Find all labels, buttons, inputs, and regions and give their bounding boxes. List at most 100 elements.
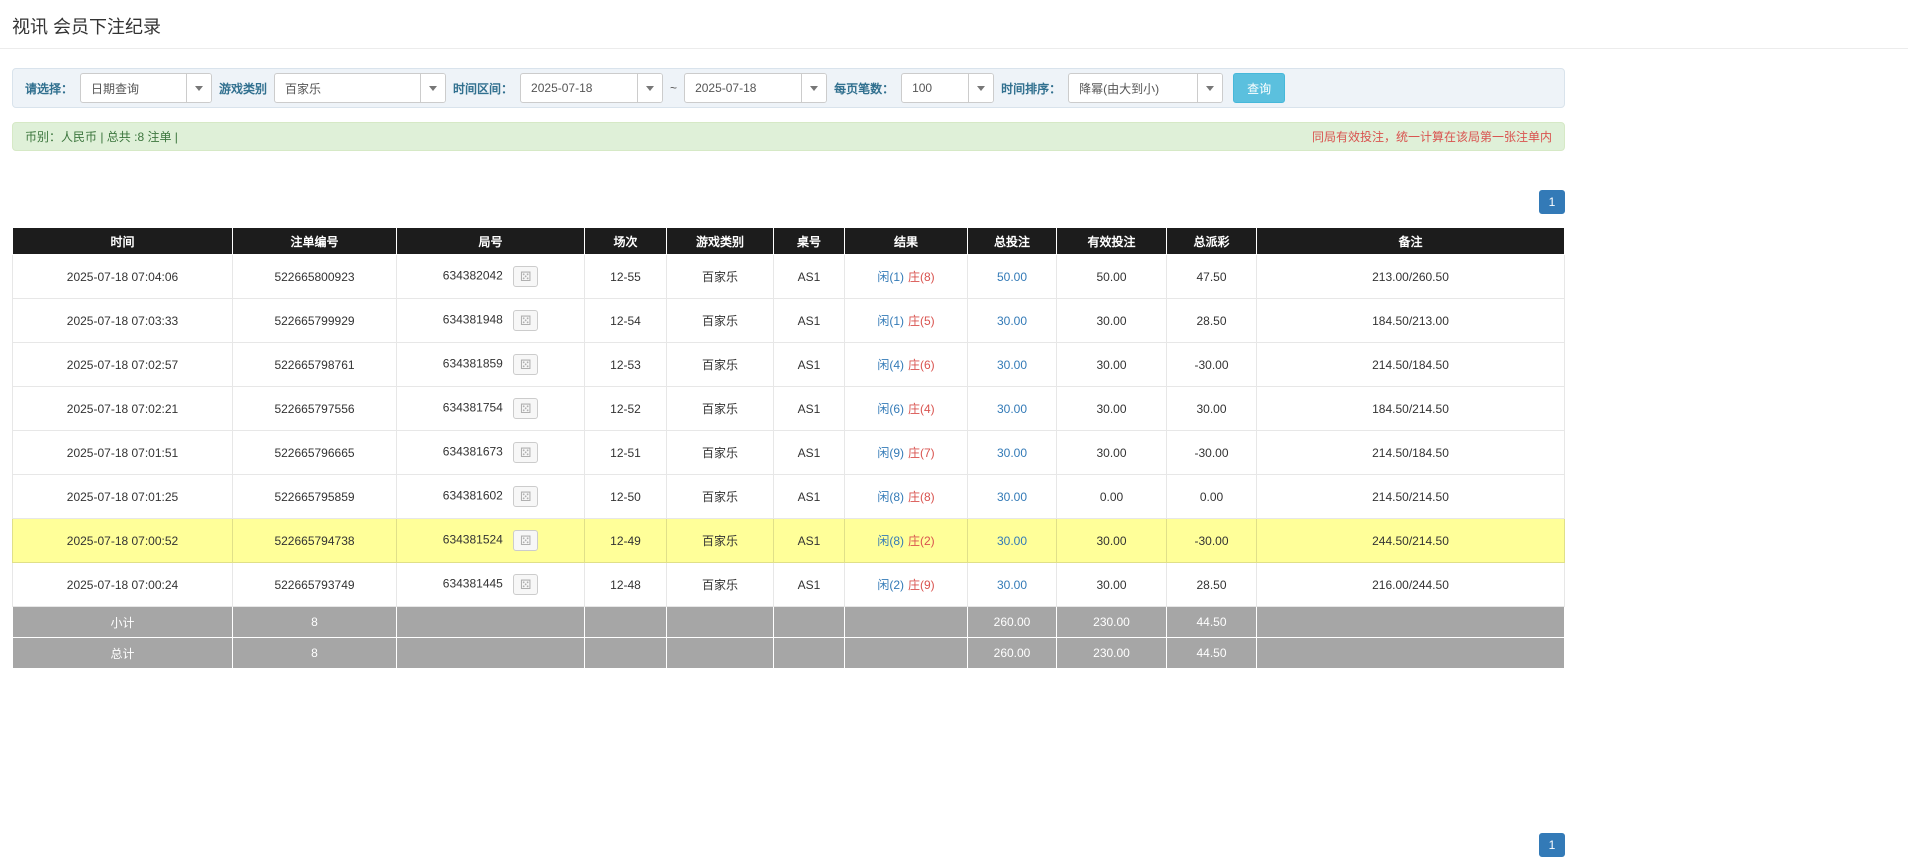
cell-round-id: 634381948 ⚄ <box>397 299 585 343</box>
currency-total-text: 币别：人民币 | 总共 :8 注单 | <box>25 128 178 145</box>
cell-total-bet: 30.00 <box>968 387 1057 431</box>
cell-time: 2025-07-18 07:03:33 <box>13 299 233 343</box>
result-banker: 庄(9) <box>908 578 935 592</box>
cell-valid-bet: 0.00 <box>1057 475 1167 519</box>
result-banker: 庄(8) <box>908 490 935 504</box>
cell-note: 184.50/214.50 <box>1257 387 1565 431</box>
cell-game-type: 百家乐 <box>667 255 774 299</box>
cell-table-no: AS1 <box>774 431 845 475</box>
total-bet-link[interactable]: 30.00 <box>997 578 1027 592</box>
video-replay-icon[interactable]: ⚄ <box>513 310 538 331</box>
total-bet-link[interactable]: 30.00 <box>997 534 1027 548</box>
cell-time: 2025-07-18 07:01:51 <box>13 431 233 475</box>
cell-table-no: AS1 <box>774 299 845 343</box>
date-from-select[interactable]: 2025-07-18 <box>520 73 663 103</box>
cell-round-id: 634381859 ⚄ <box>397 343 585 387</box>
table-row: 2025-07-18 07:01:25 522665795859 6343816… <box>13 475 1565 519</box>
cell-round-id: 634382042 ⚄ <box>397 255 585 299</box>
result-player: 闲(1) <box>877 270 904 284</box>
game-type-label: 游戏类别 <box>219 80 267 97</box>
table-row: 2025-07-18 07:02:57 522665798761 6343818… <box>13 343 1565 387</box>
cell-result: 闲(8)庄(2) <box>845 519 968 563</box>
video-replay-icon[interactable]: ⚄ <box>513 398 538 419</box>
cell-game-type: 百家乐 <box>667 387 774 431</box>
video-replay-icon[interactable]: ⚄ <box>513 530 538 551</box>
cell-bet-id: 522665794738 <box>233 519 397 563</box>
summary-bar: 币别：人民币 | 总共 :8 注单 | 同局有效投注，统一计算在该局第一张注单内 <box>12 122 1565 151</box>
page-button-1-bottom[interactable]: 1 <box>1539 833 1565 857</box>
table-row: 2025-07-18 07:01:51 522665796665 6343816… <box>13 431 1565 475</box>
cell-game-type: 百家乐 <box>667 299 774 343</box>
page-button-1[interactable]: 1 <box>1539 190 1565 214</box>
date-to-select[interactable]: 2025-07-18 <box>684 73 827 103</box>
cell-payout: -30.00 <box>1167 431 1257 475</box>
cell-table-no: AS1 <box>774 387 845 431</box>
cell-session: 12-53 <box>585 343 667 387</box>
page-title: 视讯 会员下注纪录 <box>12 13 1896 39</box>
cell-note: 244.50/214.50 <box>1257 519 1565 563</box>
header-payout: 总派彩 <box>1167 228 1257 255</box>
game-type-select[interactable]: 百家乐 <box>274 73 446 103</box>
cell-bet-id: 522665797556 <box>233 387 397 431</box>
video-replay-icon[interactable]: ⚄ <box>513 266 538 287</box>
table-row: 2025-07-18 07:02:21 522665797556 6343817… <box>13 387 1565 431</box>
cell-valid-bet: 30.00 <box>1057 563 1167 607</box>
chevron-down-icon <box>420 74 445 102</box>
sort-order-select[interactable]: 降幂(由大到小) <box>1068 73 1223 103</box>
total-label: 总计 <box>13 638 233 669</box>
total-total-bet: 260.00 <box>968 638 1057 669</box>
total-bet-link[interactable]: 30.00 <box>997 490 1027 504</box>
cell-session: 12-52 <box>585 387 667 431</box>
video-replay-icon[interactable]: ⚄ <box>513 486 538 507</box>
total-bet-link[interactable]: 30.00 <box>997 446 1027 460</box>
total-bet-link[interactable]: 30.00 <box>997 358 1027 372</box>
cell-table-no: AS1 <box>774 255 845 299</box>
table-row: 2025-07-18 07:03:33 522665799929 6343819… <box>13 299 1565 343</box>
subtotal-valid-bet: 230.00 <box>1057 607 1167 638</box>
cell-valid-bet: 30.00 <box>1057 431 1167 475</box>
cell-time: 2025-07-18 07:00:52 <box>13 519 233 563</box>
total-bet-link[interactable]: 50.00 <box>997 270 1027 284</box>
cell-payout: 0.00 <box>1167 475 1257 519</box>
video-replay-icon[interactable]: ⚄ <box>513 354 538 375</box>
cell-bet-id: 522665800923 <box>233 255 397 299</box>
query-type-select[interactable]: 日期查询 <box>80 73 212 103</box>
video-replay-icon[interactable]: ⚄ <box>513 442 538 463</box>
cell-payout: 47.50 <box>1167 255 1257 299</box>
chevron-down-icon <box>637 74 662 102</box>
cell-round-id: 634381524 ⚄ <box>397 519 585 563</box>
filter-bar: 请选择： 日期查询 游戏类别 百家乐 时间区间： 2025-07-18 ~ 20… <box>12 68 1565 108</box>
search-button[interactable]: 查询 <box>1233 73 1285 103</box>
cell-payout: 30.00 <box>1167 387 1257 431</box>
round-id-text: 634381524 <box>443 533 503 547</box>
cell-session: 12-51 <box>585 431 667 475</box>
cell-note: 214.50/184.50 <box>1257 343 1565 387</box>
cell-total-bet: 30.00 <box>968 343 1057 387</box>
cell-note: 214.50/214.50 <box>1257 475 1565 519</box>
round-id-text: 634381948 <box>443 313 503 327</box>
round-id-text: 634381602 <box>443 489 503 503</box>
result-player: 闲(6) <box>877 402 904 416</box>
page-size-select[interactable]: 100 <box>901 73 994 103</box>
bet-records-table: 时间 注单编号 局号 场次 游戏类别 桌号 结果 总投注 有效投注 总派彩 备注… <box>12 227 1565 669</box>
page-size-label: 每页笔数： <box>834 80 894 97</box>
cell-total-bet: 30.00 <box>968 299 1057 343</box>
result-player: 闲(2) <box>877 578 904 592</box>
cell-time: 2025-07-18 07:04:06 <box>13 255 233 299</box>
result-banker: 庄(2) <box>908 534 935 548</box>
content-container: 请选择： 日期查询 游戏类别 百家乐 时间区间： 2025-07-18 ~ 20… <box>12 68 1565 669</box>
total-bet-link[interactable]: 30.00 <box>997 314 1027 328</box>
header-time: 时间 <box>13 228 233 255</box>
round-id-text: 634382042 <box>443 269 503 283</box>
round-id-text: 634381673 <box>443 445 503 459</box>
video-replay-icon[interactable]: ⚄ <box>513 574 538 595</box>
header-result: 结果 <box>845 228 968 255</box>
header-session: 场次 <box>585 228 667 255</box>
cell-bet-id: 522665799929 <box>233 299 397 343</box>
cell-payout: 28.50 <box>1167 299 1257 343</box>
total-bet-link[interactable]: 30.00 <box>997 402 1027 416</box>
cell-payout: -30.00 <box>1167 343 1257 387</box>
pagination-bottom: 1 <box>1539 833 1565 857</box>
cell-time: 2025-07-18 07:02:57 <box>13 343 233 387</box>
table-row: 2025-07-18 07:00:52 522665794738 6343815… <box>13 519 1565 563</box>
